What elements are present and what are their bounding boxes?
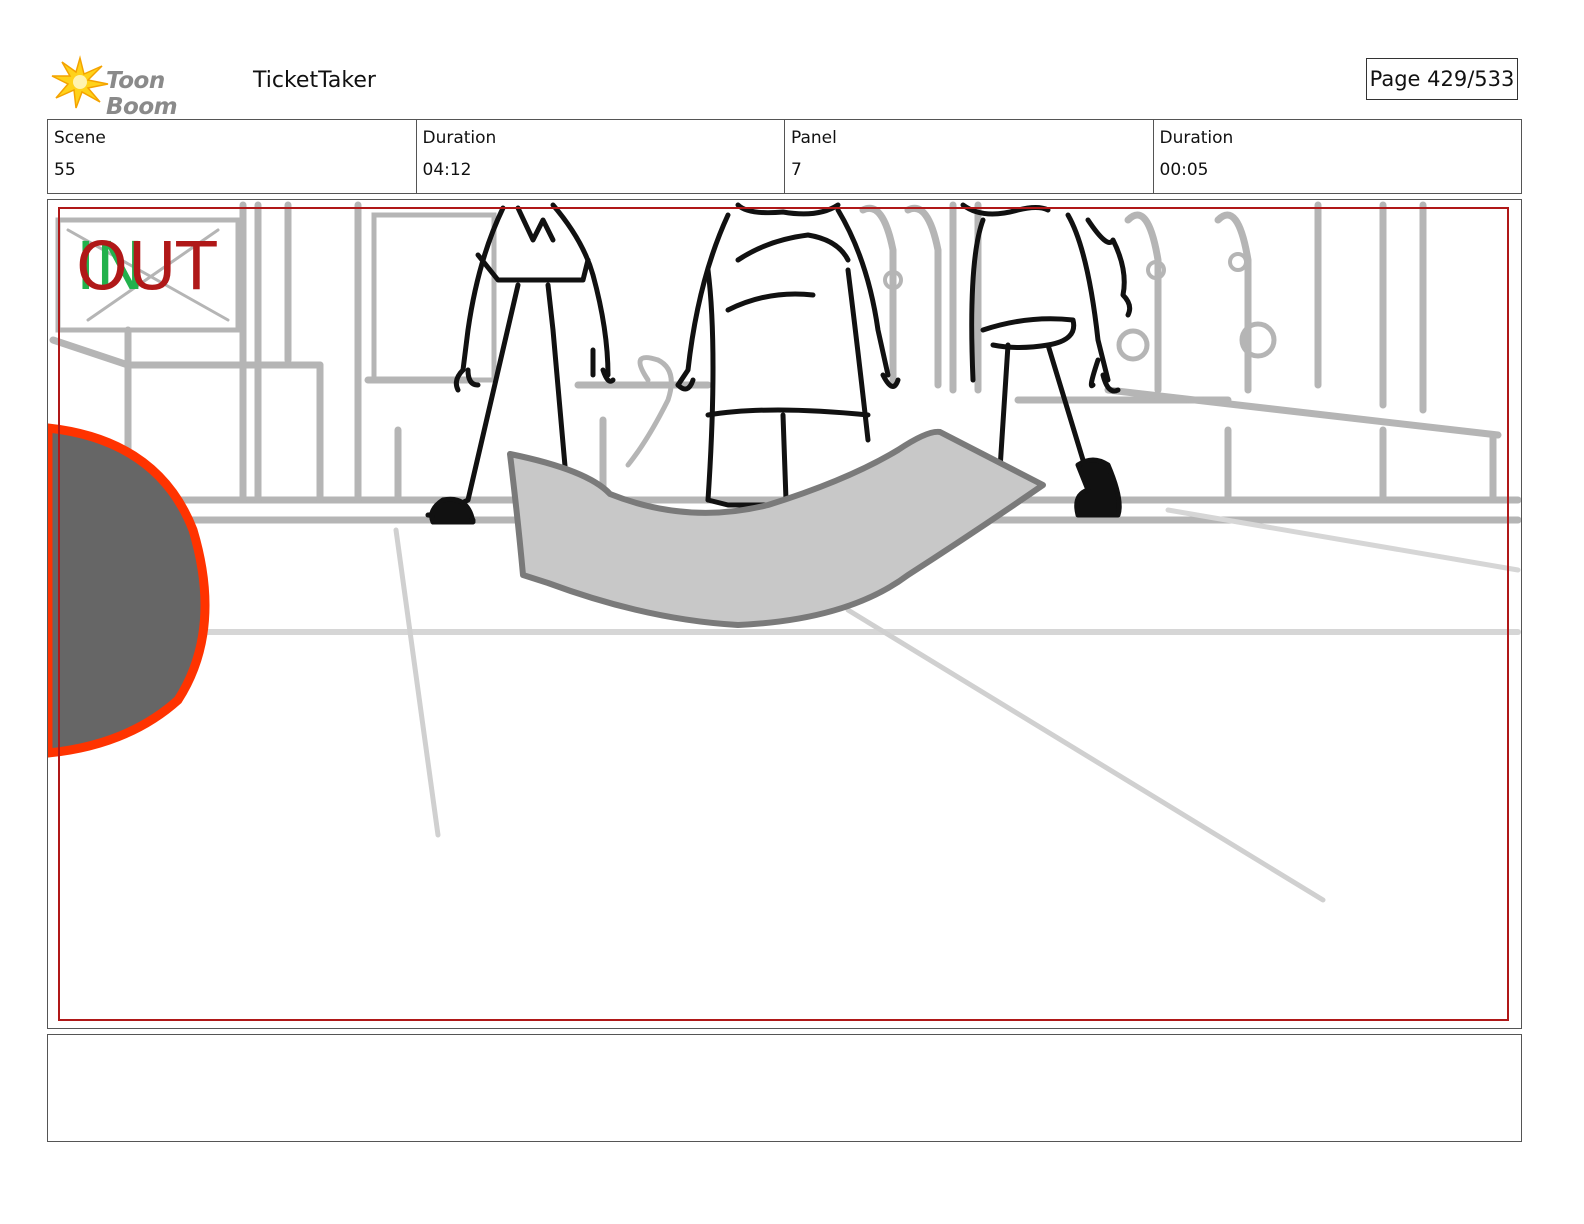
storyboard-panel: IN OUT xyxy=(47,199,1522,1029)
panel-duration-label: Duration xyxy=(1159,128,1234,148)
scene-duration-value: 04:12 xyxy=(422,160,472,180)
toon-boom-logo: Toon Boom xyxy=(50,54,240,120)
page-label: Page 429/533 xyxy=(1369,67,1515,91)
notes-box xyxy=(47,1034,1522,1142)
panel-cell: Panel 7 xyxy=(785,120,1154,193)
panel-value: 7 xyxy=(791,160,802,180)
scene-value: 55 xyxy=(54,160,76,180)
panel-label: Panel xyxy=(791,128,837,148)
starburst-icon xyxy=(51,55,109,109)
page-header: Toon Boom TicketTaker Page 429/533 xyxy=(48,52,1538,120)
panel-duration-value: 00:05 xyxy=(1159,160,1209,180)
panel-info-table: Scene 55 Duration 04:12 Panel 7 Duration… xyxy=(47,119,1522,194)
scene-duration-cell: Duration 04:12 xyxy=(417,120,785,193)
out-marker: OUT xyxy=(76,228,217,305)
carpet-shape xyxy=(507,428,1046,628)
scene-cell: Scene 55 xyxy=(48,120,417,193)
project-title: TicketTaker xyxy=(253,68,376,93)
scene-duration-label: Duration xyxy=(422,128,497,148)
panel-drawing xyxy=(48,201,1521,1021)
page-indicator: Page 429/533 xyxy=(1366,58,1518,100)
logo-text: Toon Boom xyxy=(106,68,178,120)
panel-duration-cell: Duration 00:05 xyxy=(1154,120,1522,193)
scene-label: Scene xyxy=(54,128,106,148)
disc-shape xyxy=(48,423,210,758)
